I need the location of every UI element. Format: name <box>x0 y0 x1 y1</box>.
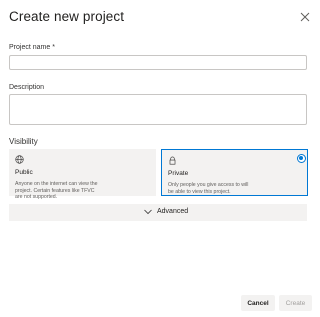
project-name-label-text: Project name <box>9 44 51 51</box>
project-name-input[interactable] <box>9 55 307 70</box>
description-input[interactable] <box>9 94 307 125</box>
visibility-option-description: Anyone on the internet can view the proj… <box>15 181 98 201</box>
advanced-label: Advanced <box>157 208 189 215</box>
close-icon <box>300 12 310 22</box>
chevron-down-icon <box>144 209 152 215</box>
visibility-option-description: Only people you give access to will be a… <box>168 182 249 195</box>
advanced-toggle[interactable]: Advanced <box>9 204 307 221</box>
close-button[interactable] <box>298 10 312 24</box>
globe-icon <box>15 155 24 164</box>
description-label: Description <box>9 84 45 91</box>
visibility-option-title: Public <box>15 169 33 176</box>
create-button[interactable]: Create <box>279 295 312 311</box>
visibility-option-public[interactable]: Public Anyone on the internet can view t… <box>9 149 156 200</box>
required-marker: * <box>50 44 55 51</box>
create-project-dialog: Create new project Project name * Descri… <box>0 0 320 317</box>
lock-icon <box>169 156 176 165</box>
visibility-option-title: Private <box>168 170 189 177</box>
project-name-label: Project name * <box>9 44 55 51</box>
visibility-label: Visibility <box>9 137 38 146</box>
cancel-button[interactable]: Cancel <box>241 295 275 311</box>
visibility-option-private[interactable]: Private Only people you give access to w… <box>161 149 308 196</box>
dialog-title: Create new project <box>9 9 125 24</box>
visibility-radio-selected[interactable] <box>297 154 306 163</box>
